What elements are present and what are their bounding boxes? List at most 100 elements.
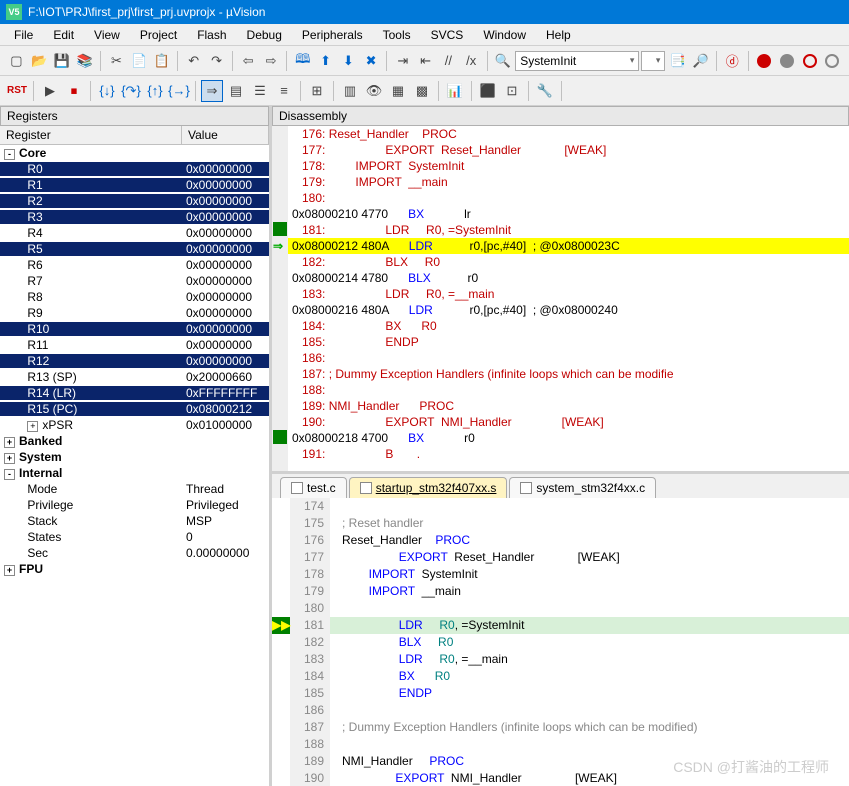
source-line[interactable] — [272, 702, 849, 719]
bookmark-icon[interactable]: 🕮 — [292, 50, 313, 72]
menu-tools[interactable]: Tools — [375, 26, 419, 44]
save-icon[interactable]: 💾 — [52, 50, 73, 72]
reg-group-system[interactable]: +System — [0, 449, 269, 465]
menu-help[interactable]: Help — [538, 26, 579, 44]
disasm-line[interactable]: 186: — [272, 350, 849, 366]
cut-icon[interactable]: ✂ — [106, 50, 127, 72]
menu-file[interactable]: File — [6, 26, 41, 44]
reg-r10[interactable]: R100x00000000 — [0, 321, 269, 337]
reg-sec[interactable]: Sec0.00000000 — [0, 545, 269, 561]
run-to-cursor-icon[interactable]: {→} — [168, 80, 190, 102]
source-line[interactable]: NMI_Handler PROC — [272, 753, 849, 770]
step-out-icon[interactable]: {↑} — [144, 80, 166, 102]
show-next-icon[interactable]: ⇒ — [201, 80, 223, 102]
incremental-find-icon[interactable]: 🔎 — [690, 50, 711, 72]
source-line[interactable]: ENDP — [272, 685, 849, 702]
reg-r8[interactable]: R80x00000000 — [0, 289, 269, 305]
reg-r9[interactable]: R90x00000000 — [0, 305, 269, 321]
nav-fwd-icon[interactable]: ⇨ — [261, 50, 282, 72]
memory-icon[interactable]: ▦ — [387, 80, 409, 102]
reg-r11[interactable]: R110x00000000 — [0, 337, 269, 353]
analysis-icon[interactable]: 📊 — [444, 80, 466, 102]
reg-xpsr[interactable]: +xPSR0x01000000 — [0, 417, 269, 433]
menu-edit[interactable]: Edit — [45, 26, 82, 44]
reg-r14lr[interactable]: R14 (LR)0xFFFFFFFF — [0, 385, 269, 401]
reset-icon[interactable]: RST — [6, 80, 28, 102]
reg-mode[interactable]: ModeThread — [0, 481, 269, 497]
disasm-line[interactable]: 0x08000214 4780 BLX r0 — [272, 270, 849, 286]
indent-icon[interactable]: ⇥ — [392, 50, 413, 72]
reg-privilege[interactable]: PrivilegePrivileged — [0, 497, 269, 513]
reg-group-core[interactable]: -Core — [0, 145, 269, 161]
source-body[interactable]: CSDN @打酱油的工程师 17417517617717817918018118… — [272, 498, 849, 786]
source-line[interactable]: LDR R0, =__main — [272, 651, 849, 668]
reg-r12[interactable]: R120x00000000 — [0, 353, 269, 369]
disasm-line[interactable]: 177: EXPORT Reset_Handler [WEAK] — [272, 142, 849, 158]
watch-icon[interactable]: 👁 — [363, 80, 385, 102]
run-icon[interactable]: ▶ — [39, 80, 61, 102]
disasm-line[interactable]: 179: IMPORT __main — [272, 174, 849, 190]
find-icon[interactable]: 🔍 — [492, 50, 513, 72]
find-in-files-icon[interactable]: 📑 — [667, 50, 688, 72]
disasm-line[interactable]: 183: LDR R0, =__main — [272, 286, 849, 302]
source-line[interactable]: LDR R0, =SystemInit — [272, 617, 849, 634]
comment-icon[interactable]: // — [438, 50, 459, 72]
outdent-icon[interactable]: ⇤ — [415, 50, 436, 72]
copy-icon[interactable]: 📄 — [129, 50, 150, 72]
disasm-line[interactable]: 0x08000218 4700 BX r0 — [272, 430, 849, 446]
reg-r5[interactable]: R50x00000000 — [0, 241, 269, 257]
breakpoint-insert-icon[interactable] — [754, 50, 775, 72]
reg-states[interactable]: States0 — [0, 529, 269, 545]
source-line[interactable]: BX R0 — [272, 668, 849, 685]
source-line[interactable]: IMPORT SystemInit — [272, 566, 849, 583]
source-line[interactable] — [272, 600, 849, 617]
source-line[interactable]: Reset_Handler PROC — [272, 532, 849, 549]
reg-r4[interactable]: R40x00000000 — [0, 225, 269, 241]
source-line[interactable]: EXPORT NMI_Handler [WEAK] — [272, 770, 849, 786]
reg-r15pc[interactable]: R15 (PC)0x08000212 — [0, 401, 269, 417]
menu-project[interactable]: Project — [132, 26, 185, 44]
menu-window[interactable]: Window — [475, 26, 534, 44]
reg-stack[interactable]: StackMSP — [0, 513, 269, 529]
debug-icon[interactable]: ⓓ — [722, 50, 743, 72]
source-line[interactable]: ; Reset handler — [272, 515, 849, 532]
reg-group-fpu[interactable]: +FPU — [0, 561, 269, 577]
reg-r7[interactable]: R70x00000000 — [0, 273, 269, 289]
reg-r6[interactable]: R60x00000000 — [0, 257, 269, 273]
system-icon[interactable]: ⊡ — [501, 80, 523, 102]
disasm-line[interactable]: 185: ENDP — [272, 334, 849, 350]
symbols-icon[interactable]: ≡ — [273, 80, 295, 102]
registers-body[interactable]: -Core R00x00000000 R10x00000000 R20x0000… — [0, 145, 269, 786]
reg-r3[interactable]: R30x00000000 — [0, 209, 269, 225]
reg-r13sp[interactable]: R13 (SP)0x20000660 — [0, 369, 269, 385]
trace-icon[interactable]: ⬛ — [477, 80, 499, 102]
tab-system_stm32f4xx-c[interactable]: system_stm32f4xx.c — [509, 477, 656, 498]
call-stack-icon[interactable]: ▥ — [339, 80, 361, 102]
disasm-line[interactable]: 176: Reset_Handler PROC — [272, 126, 849, 142]
source-line[interactable] — [272, 498, 849, 515]
disassembly-body[interactable]: 176: Reset_Handler PROC 177: EXPORT Rese… — [272, 126, 849, 471]
source-line[interactable]: ; Dummy Exception Handlers (infinite loo… — [272, 719, 849, 736]
command-icon[interactable]: ▤ — [225, 80, 247, 102]
open-icon[interactable]: 📂 — [29, 50, 50, 72]
save-all-icon[interactable]: 📚 — [74, 50, 95, 72]
find-combo-2[interactable] — [641, 51, 665, 71]
disasm-line[interactable]: 188: — [272, 382, 849, 398]
find-combo[interactable]: SystemInit — [515, 51, 639, 71]
source-line[interactable]: EXPORT Reset_Handler [WEAK] — [272, 549, 849, 566]
disasm-line[interactable]: 0x08000212 480A LDR r0,[pc,#40] ; @0x080… — [272, 238, 849, 254]
disasm-line[interactable]: 190: EXPORT NMI_Handler [WEAK] — [272, 414, 849, 430]
uncomment-icon[interactable]: /x — [461, 50, 482, 72]
registers-icon[interactable]: ⊞ — [306, 80, 328, 102]
tab-test-c[interactable]: test.c — [280, 477, 347, 498]
disasm-line[interactable]: 180: — [272, 190, 849, 206]
disasm-line[interactable]: 0x08000210 4770 BX lr — [272, 206, 849, 222]
menu-flash[interactable]: Flash — [189, 26, 234, 44]
step-over-icon[interactable]: {↷} — [120, 80, 142, 102]
bookmark-next-icon[interactable]: ⬇ — [338, 50, 359, 72]
disasm-line[interactable]: 0x08000216 480A LDR r0,[pc,#40] ; @0x080… — [272, 302, 849, 318]
breakpoint-killall-icon[interactable] — [822, 50, 843, 72]
reg-r0[interactable]: R00x00000000 — [0, 161, 269, 177]
reg-r2[interactable]: R20x00000000 — [0, 193, 269, 209]
undo-icon[interactable]: ↶ — [183, 50, 204, 72]
